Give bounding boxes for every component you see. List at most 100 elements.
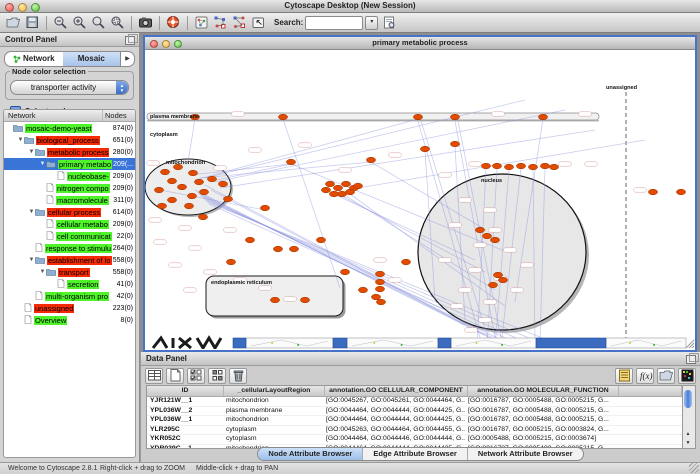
expander-icon[interactable]: ▼ xyxy=(39,161,46,167)
tree-row-mosaic-demo-yeast[interactable]: mosaic-demo-yeast874(0) xyxy=(4,122,135,134)
cell[interactable]: [GO:0016787, GO:0005488, GO:0005215, G..… xyxy=(465,397,615,406)
minimize-window-button[interactable] xyxy=(18,3,27,12)
graph-node[interactable] xyxy=(218,181,227,187)
graph-node[interactable] xyxy=(353,183,362,189)
graph-node[interactable] xyxy=(475,227,484,233)
graph-node[interactable] xyxy=(188,170,197,176)
graph-node[interactable] xyxy=(375,271,384,277)
graph-node[interactable] xyxy=(157,203,166,209)
function-builder-icon[interactable]: f(x) xyxy=(636,368,654,384)
tree-row-cellular-process[interactable]: ▼cellular process614(0) xyxy=(4,206,135,218)
graph-node[interactable] xyxy=(504,164,513,170)
tab-network[interactable]: Network xyxy=(5,52,63,66)
zoom-network-button[interactable] xyxy=(174,40,182,48)
cell[interactable]: mitochondrion xyxy=(223,416,323,425)
graph-node[interactable] xyxy=(300,297,309,303)
network-canvas[interactable]: plasma membranecytoplasmmitochondrionnuc… xyxy=(145,50,695,349)
tree-row-unassigned[interactable]: unassigned223(0) xyxy=(4,302,135,314)
graph-node[interactable] xyxy=(358,287,367,293)
graph-node[interactable] xyxy=(450,114,459,120)
tree-row-overview[interactable]: Overview8(0) xyxy=(4,314,135,326)
cell[interactable]: mitochondrion xyxy=(223,397,323,406)
attribute-table-icon[interactable] xyxy=(145,368,163,384)
table-row-YLR295C[interactable]: YLR295Ccytoplasm[GO:0045263, GO:0044464,… xyxy=(147,426,682,436)
graph-node[interactable] xyxy=(375,286,384,292)
save-icon[interactable] xyxy=(23,14,42,31)
new-attribute-icon[interactable] xyxy=(166,368,184,384)
graph-node[interactable] xyxy=(245,237,254,243)
cell[interactable]: YJR121W__1 xyxy=(147,397,223,406)
cell[interactable]: YPL036W__1 xyxy=(147,416,223,425)
tree-row-biological-process[interactable]: ▼biological_process651(0) xyxy=(4,134,135,146)
import-attributes-icon[interactable] xyxy=(657,368,675,384)
snapshot-icon[interactable] xyxy=(136,14,155,31)
graph-node[interactable] xyxy=(177,184,186,190)
cell[interactable]: [GO:0016787, GO:0005488, GO:0005215, G..… xyxy=(465,407,615,416)
tab-mosaic[interactable]: Mosaic xyxy=(63,52,121,66)
cell[interactable]: [GO:0044464, GO:0044444, GO:0044425, G..… xyxy=(323,407,465,416)
tab-network-attribute-browser[interactable]: Network Attribute Browser xyxy=(468,448,583,460)
graph-node[interactable] xyxy=(167,197,176,203)
graph-node[interactable] xyxy=(187,193,196,199)
graph-node[interactable] xyxy=(676,189,685,195)
cell[interactable]: [GO:0016787, GO:0005488, GO:0005215, G..… xyxy=(465,416,615,425)
graph-node[interactable] xyxy=(260,205,269,211)
attribute-matrix-icon[interactable] xyxy=(208,368,226,384)
graph-node[interactable] xyxy=(401,259,410,265)
graph-node[interactable] xyxy=(493,272,502,278)
frame-resize-grip[interactable] xyxy=(686,340,694,348)
graph-node[interactable] xyxy=(340,269,349,275)
vizmapper-icon[interactable] xyxy=(192,14,211,31)
cell[interactable]: [GO:0044464, GO:0044444, GO:0044425, G..… xyxy=(323,416,465,425)
matrix-view-icon[interactable] xyxy=(678,368,696,384)
graph-node[interactable] xyxy=(371,294,380,300)
search-options-icon[interactable] xyxy=(380,14,399,31)
tree-row-establishment-of-lo[interactable]: ▼establishment of lo558(0) xyxy=(4,254,135,266)
graph-edge[interactable] xyxy=(220,130,595,188)
network-window-titlebar[interactable]: primary metabolic process xyxy=(145,37,695,50)
graph-node[interactable] xyxy=(375,279,384,285)
graph-node[interactable] xyxy=(199,189,208,195)
graph-node[interactable] xyxy=(333,185,342,191)
expander-icon[interactable]: ▼ xyxy=(28,149,35,155)
tree-row-primary-metabo[interactable]: ▼primary metabo209(... xyxy=(4,158,135,170)
graph-node[interactable] xyxy=(154,187,163,193)
graph-node[interactable] xyxy=(648,189,657,195)
tree-row-nitrogen-compo[interactable]: nitrogen compo209(0) xyxy=(4,182,135,194)
graph-node[interactable] xyxy=(286,159,295,165)
scroll-up-arrow[interactable]: ▲ xyxy=(683,430,693,439)
float-panel-icon[interactable] xyxy=(125,36,135,45)
help-icon[interactable] xyxy=(164,14,183,31)
layout-a-icon[interactable] xyxy=(211,14,230,31)
attribute-list-icon[interactable] xyxy=(615,368,633,384)
minimize-network-button[interactable] xyxy=(162,40,170,48)
annotate-icon[interactable] xyxy=(249,14,268,31)
nucleus-compartment[interactable] xyxy=(418,174,586,330)
select-attributes-icon[interactable] xyxy=(187,368,205,384)
cell[interactable]: [GO:0005488, GO:0005215, GO:0003674] xyxy=(465,435,615,444)
cell[interactable]: cytoplasm xyxy=(223,426,323,435)
search-input[interactable] xyxy=(305,16,363,30)
tree-row-cell-communicat[interactable]: cell communicat22(0) xyxy=(4,230,135,242)
float-data-panel-icon[interactable] xyxy=(686,355,696,364)
graph-node[interactable] xyxy=(207,176,216,182)
delete-attribute-icon[interactable] xyxy=(229,368,247,384)
graph-node[interactable] xyxy=(481,163,490,169)
open-icon[interactable] xyxy=(4,14,23,31)
graph-node[interactable] xyxy=(538,114,547,120)
tree-row-cellular-metabo[interactable]: cellular metabo209(0) xyxy=(4,218,135,230)
graph-node[interactable] xyxy=(278,114,287,120)
network-graph[interactable]: plasma membranecytoplasmmitochondrionnuc… xyxy=(145,50,695,349)
graph-node[interactable] xyxy=(316,237,325,243)
close-window-button[interactable] xyxy=(5,3,14,12)
graph-node[interactable] xyxy=(488,282,497,288)
graph-node[interactable] xyxy=(226,259,235,265)
graph-node[interactable] xyxy=(413,114,422,120)
expander-icon[interactable]: ▼ xyxy=(17,137,24,143)
graph-node[interactable] xyxy=(198,214,207,220)
graph-node[interactable] xyxy=(325,181,334,187)
tab-edge-attribute-browser[interactable]: Edge Attribute Browser xyxy=(363,448,467,460)
table-row-YPL036W__1[interactable]: YPL036W__1mitochondrion[GO:0044464, GO:0… xyxy=(147,416,682,426)
graph-node[interactable] xyxy=(528,164,537,170)
expander-icon[interactable]: ▼ xyxy=(28,257,35,263)
